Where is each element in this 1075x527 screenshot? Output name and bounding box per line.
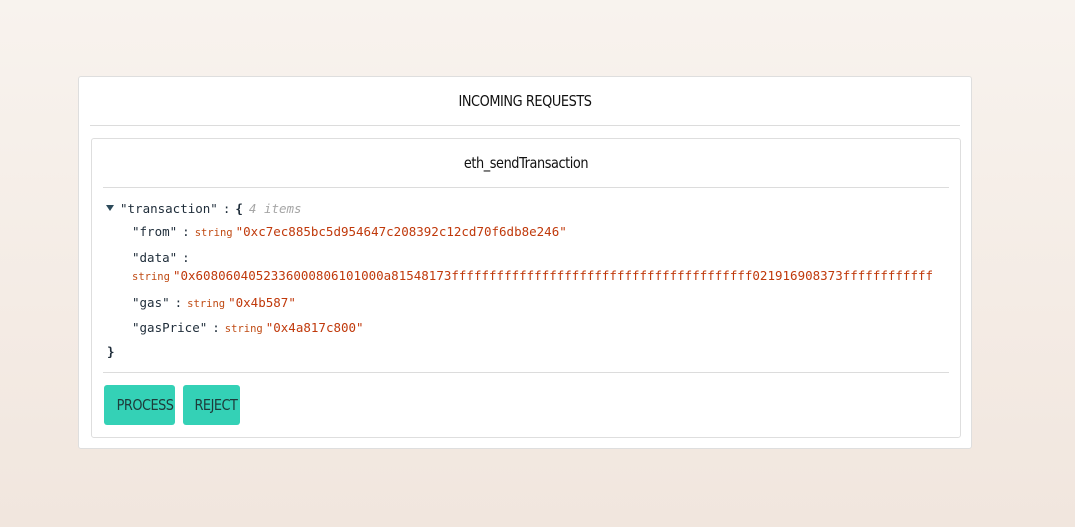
process-button[interactable]: PROCESS (104, 385, 175, 425)
json-colon: : (222, 201, 231, 216)
json-root-key: "transaction" (120, 201, 218, 216)
panel-divider (90, 125, 960, 126)
json-field-key: "gas" (132, 295, 170, 310)
json-field-type: string (132, 271, 170, 283)
json-field-row: "gasPrice": string "0x4a817c800" (132, 320, 364, 335)
json-field-value: "0x4b587" (228, 295, 296, 310)
json-field-key: "gasPrice" (132, 320, 208, 335)
reject-button[interactable]: REJECT (183, 385, 240, 425)
card-divider (103, 187, 949, 188)
json-field-value: "0x6080604052336000806101000a81548173fff… (172, 268, 934, 283)
request-card: eth_sendTransaction "transaction": {4 ite… (91, 138, 961, 438)
json-field-value: "0xc7ec885bc5d954647c208392c12cd70f6db8e… (235, 224, 567, 239)
json-field-row: "from": string "0xc7ec885bc5d954647c208392… (132, 224, 567, 239)
json-root-row[interactable]: "transaction": {4 items (106, 201, 302, 216)
json-field-row: "data": (132, 250, 195, 265)
json-field-key: "from" (132, 224, 178, 239)
panel-title: INCOMING REQUESTS (458, 92, 592, 110)
incoming-requests-panel: INCOMING REQUESTS eth_sendTransaction "t… (78, 76, 972, 449)
request-method-title: eth_sendTransaction (463, 154, 589, 172)
json-field-row: "gas": string "0x4b587" (132, 295, 296, 310)
json-colon: : (174, 295, 183, 310)
json-field-type: string (224, 323, 263, 335)
json-item-count: 4 items (248, 201, 302, 216)
json-colon: : (182, 224, 190, 239)
json-field-type: string (187, 298, 226, 310)
json-close-row: } (107, 344, 115, 359)
collapse-triangle-icon[interactable] (106, 205, 114, 211)
json-field-value: "0x4a817c800" (265, 320, 364, 335)
json-close-brace: } (107, 344, 115, 359)
json-field-type: string (194, 227, 233, 239)
json-open-brace: { (235, 201, 243, 216)
json-colon: : (212, 320, 220, 335)
json-colon: : (182, 250, 190, 265)
actions-divider (103, 372, 949, 373)
json-field-key: "data" (132, 250, 178, 265)
process-button-label: PROCESS (116, 396, 174, 414)
json-field-value-wrapped: string "0x6080604052336000806101000a81548… (132, 268, 933, 283)
reject-button-label: REJECT (194, 396, 238, 414)
